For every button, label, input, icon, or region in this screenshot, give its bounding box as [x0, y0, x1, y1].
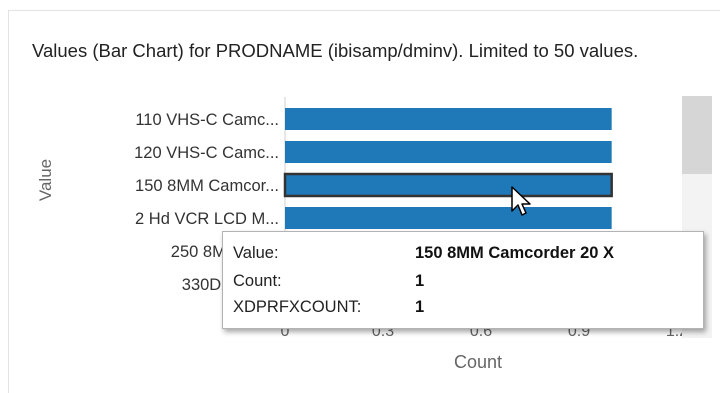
- tooltip-key: Value:: [233, 244, 279, 262]
- category-tick-label: 150 8MM Camcor...: [135, 177, 279, 195]
- category-tick-label: 120 VHS-C Camc...: [134, 144, 279, 162]
- tooltip-key: XDPRFXCOUNT:: [233, 298, 362, 316]
- mouse-pointer-icon: [511, 186, 531, 216]
- bar[interactable]: [285, 207, 612, 229]
- category-tick-label: 2 Hd VCR LCD M...: [135, 210, 279, 228]
- x-axis-title: Count: [453, 352, 503, 372]
- category-tick-label: 110 VHS-C Camc...: [135, 111, 279, 129]
- bar[interactable]: [285, 141, 612, 163]
- tooltip-value: 1: [415, 298, 425, 316]
- bar-chart: 110 VHS-C Camc... 120 VHS-C Camc... 150 8M…: [134, 97, 688, 340]
- tooltip-key: Count:: [233, 272, 282, 290]
- tooltip-value: 1: [415, 272, 425, 290]
- data-tooltip: Value: 150 8MM Camcorder 20 X Count: 1 X…: [222, 231, 704, 329]
- tooltip-value: 150 8MM Camcorder 20 X: [415, 244, 615, 262]
- bar[interactable]: [283, 172, 613, 198]
- bar[interactable]: [285, 108, 612, 130]
- chart-scrollbar-thumb[interactable]: [682, 96, 712, 174]
